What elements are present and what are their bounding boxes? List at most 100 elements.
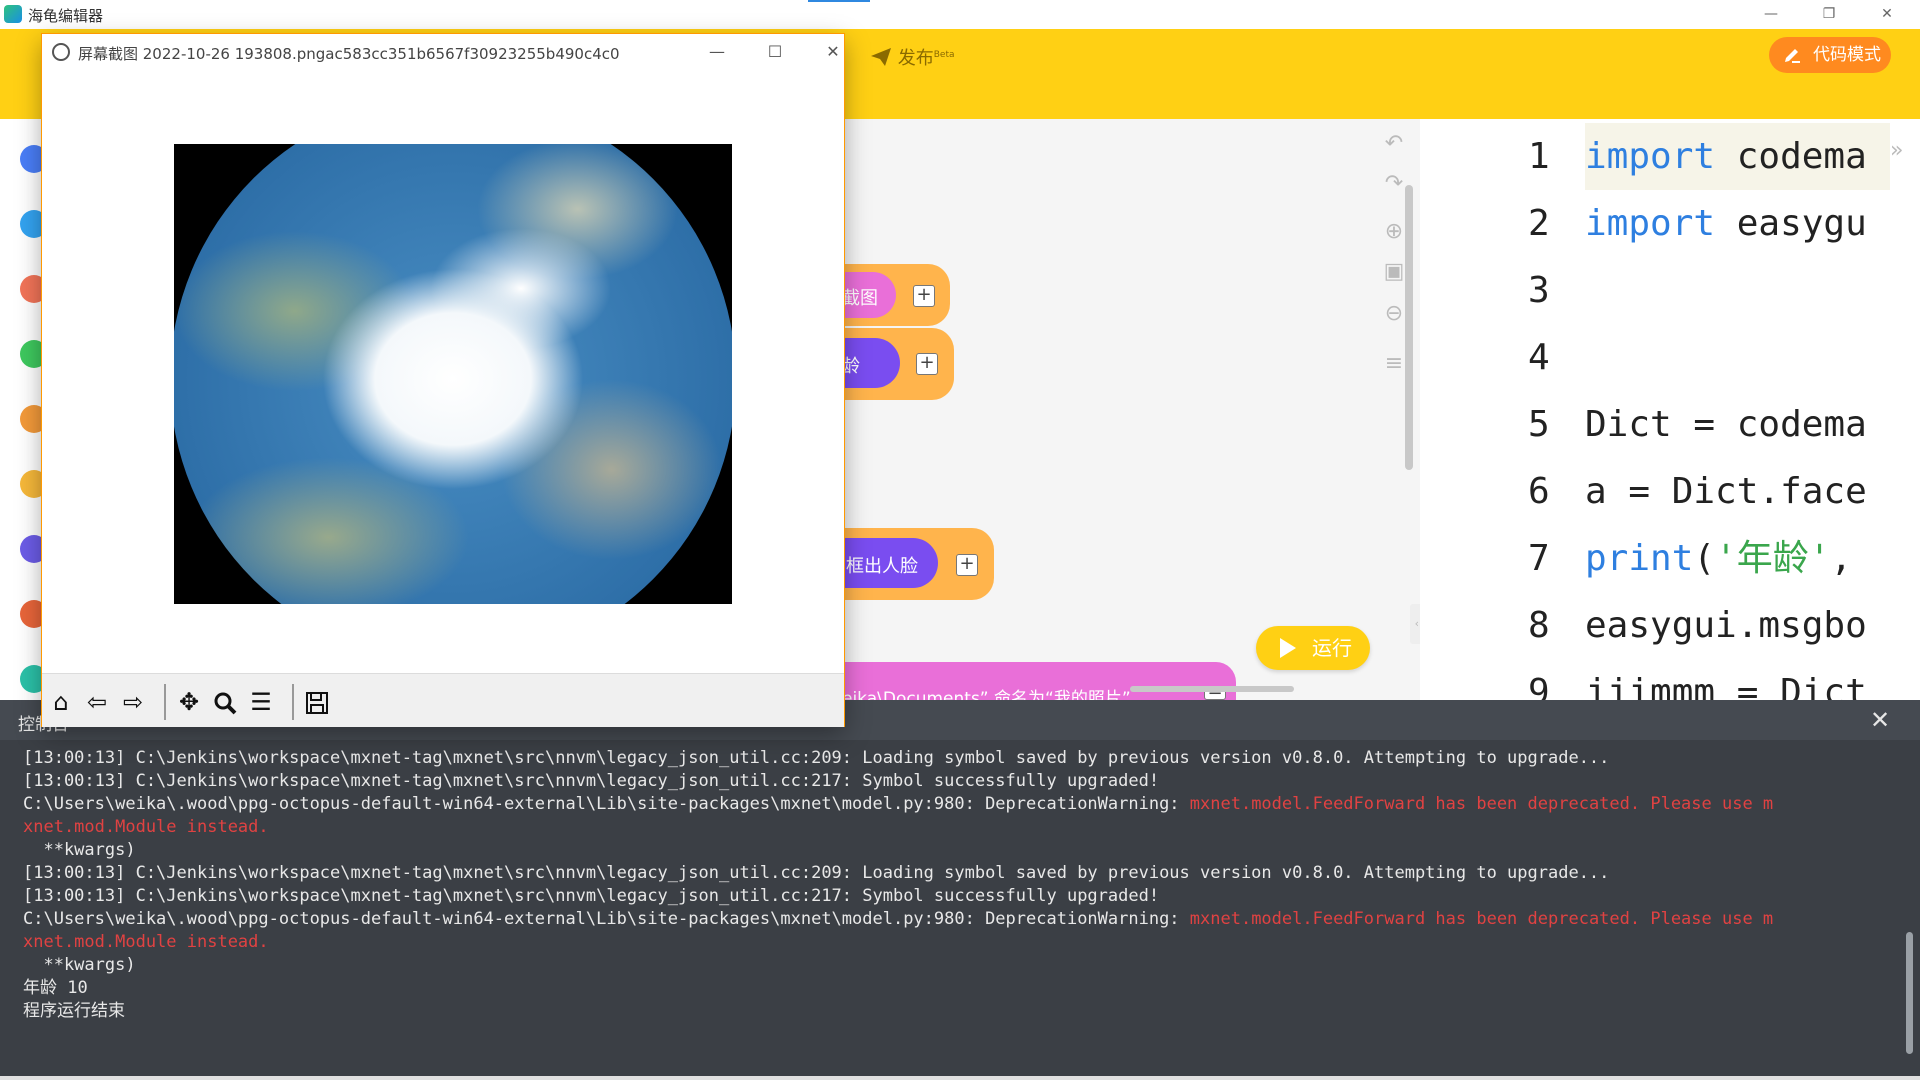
viewer-close-button[interactable]: ✕: [810, 34, 856, 70]
keyword: print: [1585, 538, 1694, 579]
line-number: 4: [1528, 337, 1550, 378]
age-block-label: 龄: [842, 356, 860, 377]
close-button[interactable]: ✕: [1864, 0, 1910, 29]
screenshot-image: [174, 144, 732, 604]
console-text: [13:00:13] C:\Jenkins\workspace\mxnet-ta…: [23, 748, 1610, 768]
keyword: import: [1585, 136, 1716, 177]
earth-globe-image: [174, 144, 732, 604]
beta-badge: Beta: [933, 50, 955, 60]
restore-button[interactable]: ❐: [1806, 0, 1852, 29]
canvas-horizontal-scrollbar[interactable]: [1130, 686, 1294, 692]
console-line: [13:00:13] C:\Jenkins\workspace\mxnet-ta…: [23, 885, 1903, 908]
console-text: **kwargs): [23, 840, 136, 860]
publish-button[interactable]: 发布Beta: [870, 44, 955, 70]
screenshot-block-label: 截图: [842, 288, 878, 309]
viewer-titlebar[interactable]: 屏幕截图 2022-10-26 193808.pngac583cc351b656…: [42, 34, 844, 70]
console-text: 程序运行结束: [23, 1001, 125, 1021]
toolbar-separator: [292, 684, 294, 720]
magnifier-glyph: [214, 692, 237, 715]
console-error: mxnet.model.FeedForward has been depreca…: [1189, 794, 1774, 814]
console-panel: 控制台 ✕ [13:00:13] C:\Jenkins\workspace\mx…: [0, 700, 1920, 1080]
console-error: xnet.mod.Module instead.: [23, 932, 269, 952]
send-icon: [871, 48, 891, 66]
minimize-button[interactable]: —: [1748, 0, 1794, 29]
edit-icon: [1785, 49, 1800, 63]
reset-zoom-icon[interactable]: ▣: [1382, 260, 1406, 284]
play-icon: [1280, 638, 1296, 658]
code-line: 3: [1420, 257, 1920, 324]
code-line: 2 import easygu: [1420, 190, 1920, 257]
save-icon[interactable]: [300, 686, 334, 718]
line-number: 5: [1528, 404, 1550, 445]
code-text: jjimmm = Dict: [1585, 672, 1867, 700]
console-line: [13:00:13] C:\Jenkins\workspace\mxnet-ta…: [23, 862, 1903, 885]
console-error: xnet.mod.Module instead.: [23, 817, 269, 837]
console-text: 年龄 10: [23, 978, 88, 998]
console-line: 程序运行结束: [23, 1000, 1903, 1023]
console-text: C:\Users\weika\.wood\ppg-octopus-default…: [23, 909, 1190, 929]
app-logo-icon: [4, 5, 22, 23]
image-viewer-window: 屏幕截图 2022-10-26 193808.pngac583cc351b656…: [42, 34, 844, 727]
code-text: import easygu: [1585, 190, 1867, 257]
line-number: 8: [1528, 605, 1550, 646]
console-line: C:\Users\weika\.wood\ppg-octopus-default…: [23, 908, 1903, 931]
code-text: a = Dict.face: [1585, 471, 1867, 512]
console-output: [13:00:13] C:\Jenkins\workspace\mxnet-ta…: [23, 747, 1903, 1023]
console-text: C:\Users\weika\.wood\ppg-octopus-default…: [23, 794, 1190, 814]
face-box-block-label: 框出人脸: [846, 556, 918, 577]
code-line: 4: [1420, 324, 1920, 391]
add-input-button-3[interactable]: +: [956, 554, 978, 576]
plot-toolbar: ⌂ ⇦ ⇨ ✥ ☰: [42, 673, 844, 727]
code-line: 1 import codema: [1420, 123, 1920, 190]
configure-subplots-icon[interactable]: ☰: [244, 686, 278, 718]
console-line: [13:00:13] C:\Jenkins\workspace\mxnet-ta…: [23, 747, 1903, 770]
console-line: xnet.mod.Module instead.: [23, 931, 1903, 954]
block-category-sidebar: [0, 119, 48, 700]
pan-icon[interactable]: ✥: [172, 686, 206, 718]
line-number: 7: [1528, 538, 1550, 579]
code-rest: ,: [1830, 538, 1853, 579]
code-line: 7 print('年龄',: [1420, 525, 1920, 592]
console-scrollbar[interactable]: [1906, 932, 1913, 1054]
run-button-label: 运行: [1312, 636, 1352, 660]
console-line: C:\Users\weika\.wood\ppg-octopus-default…: [23, 793, 1903, 816]
code-text: print('年龄',: [1585, 525, 1852, 592]
console-text: [13:00:13] C:\Jenkins\workspace\mxnet-ta…: [23, 771, 1160, 791]
forward-arrow-icon[interactable]: ⇨: [116, 686, 150, 718]
string-literal: '年龄': [1715, 538, 1831, 579]
undo-icon[interactable]: ↶: [1382, 132, 1406, 156]
console-line: xnet.mod.Module instead.: [23, 816, 1903, 839]
add-input-button-1[interactable]: +: [913, 285, 935, 307]
app-title: 海龟编辑器: [28, 7, 104, 25]
expand-panel-icon[interactable]: »: [1890, 138, 1903, 163]
console-error: mxnet.model.FeedForward has been depreca…: [1189, 909, 1774, 929]
code-mode-button[interactable]: 代码模式: [1769, 37, 1891, 73]
zoom-icon[interactable]: [208, 686, 242, 718]
zoom-in-icon[interactable]: ⊕: [1382, 220, 1406, 244]
code-rest: codema: [1715, 136, 1867, 177]
back-arrow-icon[interactable]: ⇦: [80, 686, 114, 718]
code-line: 9 jjimmm = Dict: [1420, 659, 1920, 700]
app-titlebar: 海龟编辑器 — ❐ ✕: [0, 0, 1920, 29]
code-panel[interactable]: 1 import codema 2 import easygu 3 4 5 Dict …: [1420, 119, 1920, 700]
cleanup-icon[interactable]: ≡: [1382, 352, 1406, 376]
keyword: import: [1585, 203, 1716, 244]
floppy-glyph: [306, 692, 328, 714]
line-number: 1: [1528, 136, 1550, 177]
add-input-button-2[interactable]: +: [916, 353, 938, 375]
zoom-out-icon[interactable]: ⊖: [1382, 302, 1406, 326]
home-icon[interactable]: ⌂: [44, 686, 78, 718]
line-number: 6: [1528, 471, 1550, 512]
code-text: Dict = codema: [1585, 404, 1867, 445]
viewer-minimize-button[interactable]: —: [694, 34, 740, 70]
console-close-button[interactable]: ✕: [1870, 706, 1890, 734]
line-number: 3: [1528, 270, 1550, 311]
run-button[interactable]: 运行: [1256, 626, 1370, 670]
bottom-border: [0, 1076, 1920, 1080]
active-tab-indicator: [808, 0, 870, 2]
publish-label: 发布: [897, 48, 934, 69]
code-line: 8 easygui.msgbo: [1420, 592, 1920, 659]
redo-icon[interactable]: ↷: [1382, 172, 1406, 196]
viewer-maximize-button[interactable]: ☐: [752, 34, 798, 70]
canvas-vertical-scrollbar[interactable]: [1405, 185, 1413, 470]
